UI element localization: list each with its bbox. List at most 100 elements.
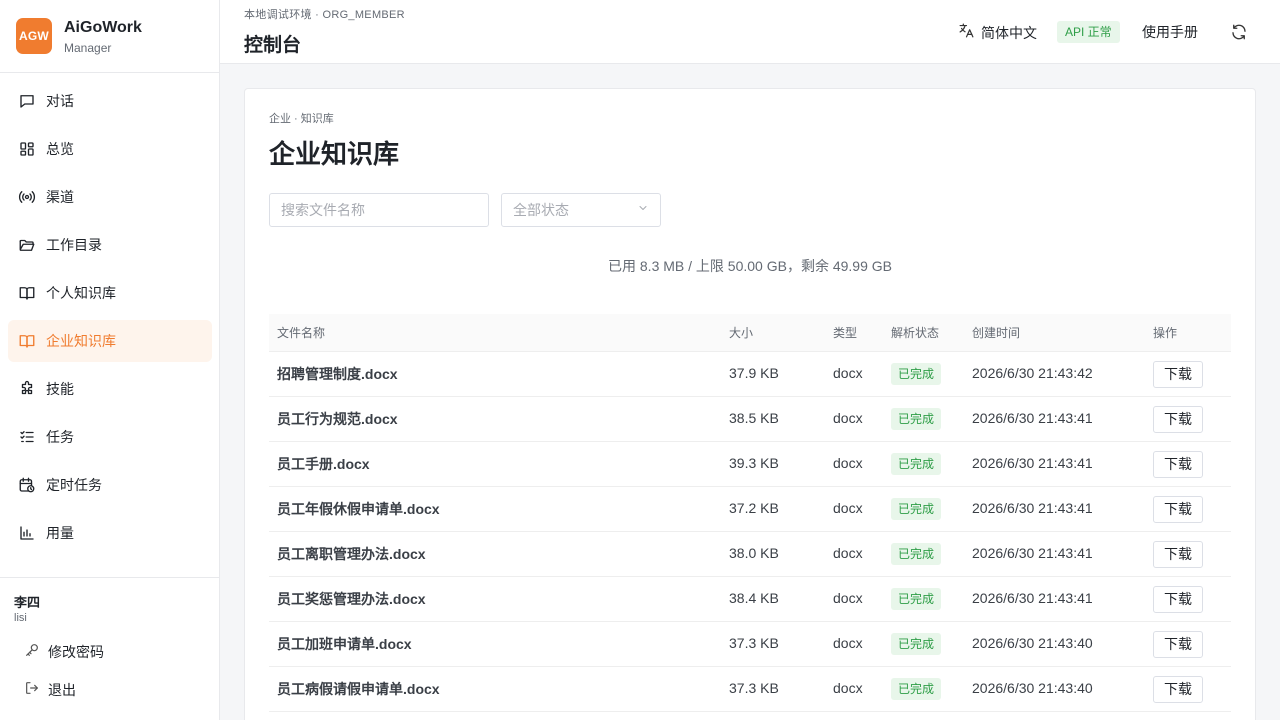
sidebar-item-label: 工作目录 xyxy=(46,237,102,253)
change-password-button[interactable]: 修改密码 xyxy=(24,640,104,664)
logout-icon xyxy=(24,680,40,701)
user-id: lisi xyxy=(14,612,27,624)
download-button[interactable]: 下载 xyxy=(1153,630,1203,658)
language-label: 简体中文 xyxy=(981,25,1037,41)
search-input[interactable] xyxy=(269,193,489,227)
file-type: docx xyxy=(833,455,863,471)
checklist-icon xyxy=(18,428,36,446)
sidebar: AGW AiGoWork Manager 对话总览渠道工作目录个人知识库企业知识… xyxy=(0,0,220,720)
table-row: 员工行为规范.docx 38.5 KB docx 已完成 2026/6/30 21:43… xyxy=(269,397,1231,442)
sidebar-item-5[interactable]: 企业知识库 xyxy=(8,320,212,362)
table-row: 员工离职管理办法.docx 38.0 KB docx 已完成 2026/6/30 21:… xyxy=(269,532,1231,577)
file-table: 文件名称 大小 类型 解析状态 创建时间 操作 招聘管理制度.docx 37.9 … xyxy=(269,314,1231,712)
table-row: 员工病假请假申请单.docx 37.3 KB docx 已完成 2026/6/30 21… xyxy=(269,667,1231,712)
book-icon xyxy=(18,284,36,302)
language-switcher[interactable]: 简体中文 xyxy=(958,22,1037,44)
puzzle-icon xyxy=(18,380,36,398)
file-type: docx xyxy=(833,590,863,606)
download-button[interactable]: 下载 xyxy=(1153,540,1203,568)
status-badge: 已完成 xyxy=(891,678,942,700)
sidebar-item-label: 企业知识库 xyxy=(46,333,116,349)
sidebar-item-7[interactable]: 任务 xyxy=(8,416,212,458)
header-created: 创建时间 xyxy=(972,326,1021,340)
file-type: docx xyxy=(833,545,863,561)
header-file-name: 文件名称 xyxy=(277,326,326,340)
download-button[interactable]: 下载 xyxy=(1153,675,1203,703)
file-name: 员工加班申请单.docx xyxy=(277,636,412,652)
sidebar-item-6[interactable]: 技能 xyxy=(8,368,212,410)
manual-link[interactable]: 使用手册 xyxy=(1142,22,1198,42)
status-badge: 已完成 xyxy=(891,588,942,610)
sidebar-item-1[interactable]: 总览 xyxy=(8,128,212,170)
calendar-clock-icon xyxy=(18,476,36,494)
refresh-icon[interactable] xyxy=(1230,23,1248,41)
translate-icon xyxy=(958,22,975,44)
divider xyxy=(0,72,219,73)
brand[interactable]: AGW AiGoWork Manager xyxy=(16,18,216,58)
top-header: 本地调试环境 · ORG_MEMBER 控制台 简体中文 API 正常 使用手册 xyxy=(220,0,1280,64)
download-button[interactable]: 下载 xyxy=(1153,450,1203,478)
file-size: 37.3 KB xyxy=(729,635,779,651)
dashboard-icon xyxy=(18,140,36,158)
created-time: 2026/6/30 21:43:41 xyxy=(972,455,1093,471)
file-size: 38.4 KB xyxy=(729,590,779,606)
table-row: 招聘管理制度.docx 37.9 KB docx 已完成 2026/6/30 21:43… xyxy=(269,352,1231,397)
status-filter-value: 全部状态 xyxy=(513,202,569,218)
download-button[interactable]: 下载 xyxy=(1153,360,1203,388)
page-title: 企业知识库 xyxy=(269,139,400,169)
environment-label: 本地调试环境 · ORG_MEMBER xyxy=(244,9,405,21)
sidebar-item-8[interactable]: 定时任务 xyxy=(8,464,212,506)
file-size: 37.2 KB xyxy=(729,500,779,516)
file-name: 员工病假请假申请单.docx xyxy=(277,681,440,697)
file-size: 37.9 KB xyxy=(729,365,779,381)
file-size: 38.5 KB xyxy=(729,410,779,426)
status-filter-select[interactable]: 全部状态 xyxy=(501,193,661,227)
sidebar-item-2[interactable]: 渠道 xyxy=(8,176,212,218)
status-badge: 已完成 xyxy=(891,453,942,475)
download-button[interactable]: 下载 xyxy=(1153,495,1203,523)
sidebar-item-4[interactable]: 个人知识库 xyxy=(8,272,212,314)
file-name: 员工奖惩管理办法.docx xyxy=(277,591,426,607)
change-password-label: 修改密码 xyxy=(48,644,104,660)
header-status: 解析状态 xyxy=(891,326,940,340)
table-row: 员工年假休假申请单.docx 37.2 KB docx 已完成 2026/6/30 21… xyxy=(269,487,1231,532)
chevron-down-icon xyxy=(637,201,649,219)
status-badge: 已完成 xyxy=(891,543,942,565)
table-header: 文件名称 大小 类型 解析状态 创建时间 操作 xyxy=(269,314,1231,352)
user-name: 李四 xyxy=(14,595,41,610)
created-time: 2026/6/30 21:43:42 xyxy=(972,365,1093,381)
created-time: 2026/6/30 21:43:40 xyxy=(972,680,1093,696)
file-size: 37.3 KB xyxy=(729,680,779,696)
created-time: 2026/6/30 21:43:41 xyxy=(972,500,1093,516)
key-icon xyxy=(24,642,40,663)
sidebar-item-label: 个人知识库 xyxy=(46,285,116,301)
file-name: 员工行为规范.docx xyxy=(277,411,398,427)
app-logo: AGW xyxy=(16,18,52,54)
file-type: docx xyxy=(833,410,863,426)
status-badge: 已完成 xyxy=(891,633,942,655)
created-time: 2026/6/30 21:43:40 xyxy=(972,635,1093,651)
header-size: 大小 xyxy=(729,326,754,340)
sidebar-item-3[interactable]: 工作目录 xyxy=(8,224,212,266)
sidebar-item-0[interactable]: 对话 xyxy=(8,80,212,122)
download-button[interactable]: 下载 xyxy=(1153,585,1203,613)
app-subtitle: Manager xyxy=(64,41,112,55)
file-name: 招聘管理制度.docx xyxy=(277,366,398,382)
file-type: docx xyxy=(833,365,863,381)
download-button[interactable]: 下载 xyxy=(1153,405,1203,433)
sidebar-item-label: 对话 xyxy=(46,93,74,109)
bar-chart-icon xyxy=(18,524,36,542)
file-size: 38.0 KB xyxy=(729,545,779,561)
created-time: 2026/6/30 21:43:41 xyxy=(972,590,1093,606)
table-body: 招聘管理制度.docx 37.9 KB docx 已完成 2026/6/30 21:43… xyxy=(269,352,1231,712)
created-time: 2026/6/30 21:43:41 xyxy=(972,545,1093,561)
sidebar-item-9[interactable]: 用量 xyxy=(8,512,212,554)
status-badge: 已完成 xyxy=(891,408,942,430)
logout-button[interactable]: 退出 xyxy=(24,678,76,702)
storage-quota: 已用 8.3 MB / 上限 50.00 GB，剩余 49.99 GB xyxy=(608,258,892,274)
book-icon xyxy=(18,332,36,350)
file-type: docx xyxy=(833,500,863,516)
divider xyxy=(0,577,219,578)
sidebar-item-label: 技能 xyxy=(46,381,74,397)
created-time: 2026/6/30 21:43:41 xyxy=(972,410,1093,426)
